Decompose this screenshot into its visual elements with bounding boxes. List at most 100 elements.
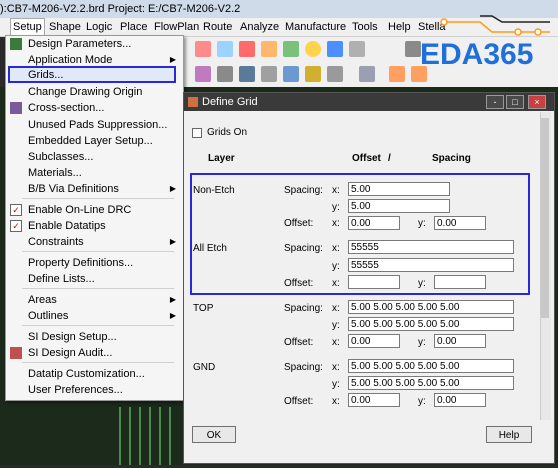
menu-item-design-parameters[interactable]: Design Parameters... — [5, 36, 182, 52]
menu-analyze[interactable]: Analyze — [238, 18, 281, 36]
menu-item-embedded-layer[interactable]: Embedded Layer Setup... — [5, 133, 182, 149]
menu-help[interactable]: Help — [386, 18, 413, 36]
menu-item-define-lists[interactable]: Define Lists... — [5, 271, 182, 287]
menu-item-change-drawing-origin[interactable]: Change Drawing Origin — [5, 84, 182, 100]
y-label: y: — [418, 218, 426, 229]
top-offset-y[interactable]: 0.00 — [434, 334, 486, 348]
minimize-button[interactable]: - — [486, 95, 504, 109]
menu-item-bb-via[interactable]: B/B Via Definitions ▶ — [5, 181, 182, 197]
grids-on-checkbox[interactable] — [192, 128, 202, 138]
offset-label: Offset: — [284, 218, 314, 229]
grid-icon[interactable] — [405, 41, 421, 57]
non-etch-spacing-y[interactable]: 5.00 — [348, 199, 450, 213]
checkbox-checked-icon[interactable]: ✓ — [10, 220, 22, 232]
non-etch-spacing-x[interactable]: 5.00 — [348, 182, 450, 196]
menu-manufacture[interactable]: Manufacture — [283, 18, 348, 36]
spacing-label: Spacing: — [284, 243, 323, 254]
menu-item-unused-pads[interactable]: Unused Pads Suppression... — [5, 117, 182, 133]
menu-item-si-design-audit[interactable]: SI Design Audit... — [5, 345, 182, 361]
submenu-arrow-icon: ▶ — [169, 311, 176, 320]
redraw-icon[interactable] — [283, 41, 299, 57]
menu-item-grids[interactable]: Grids... — [5, 67, 182, 83]
flag-icon[interactable] — [261, 66, 277, 82]
help-button[interactable]: Help — [486, 426, 532, 443]
pad-icon[interactable] — [239, 66, 255, 82]
dialog-app-icon — [188, 97, 198, 107]
menu-flowplan[interactable]: FlowPlan — [152, 18, 201, 36]
gnd-spacing-y[interactable]: 5.00 5.00 5.00 5.00 5.00 — [348, 376, 514, 390]
top-offset-x[interactable]: 0.00 — [348, 334, 400, 348]
zoom-out-icon[interactable] — [239, 41, 255, 57]
3d-view-icon[interactable] — [327, 41, 343, 57]
design-parameters-icon — [10, 38, 22, 50]
menu-route[interactable]: Route — [201, 18, 234, 36]
all-etch-spacing-y[interactable]: 55555 — [348, 258, 514, 272]
dialog-title-bar: Define Grid - □ × — [184, 93, 554, 111]
x-label: x: — [332, 278, 340, 289]
submenu-arrow-icon: ▶ — [169, 237, 176, 246]
gnd-spacing-x[interactable]: 5.00 5.00 5.00 5.00 5.00 — [348, 359, 514, 373]
zoom-prev-icon[interactable] — [261, 41, 277, 57]
y-label: y: — [418, 396, 426, 407]
layer-name-top: TOP — [193, 303, 214, 314]
non-etch-offset-y[interactable]: 0.00 — [434, 216, 486, 230]
menu-item-materials[interactable]: Materials... — [5, 165, 182, 181]
y-label: y: — [332, 261, 340, 272]
filter-icon[interactable] — [195, 66, 211, 82]
menu-item-subclasses[interactable]: Subclasses... — [5, 149, 182, 165]
text-icon[interactable] — [327, 66, 343, 82]
menu-place[interactable]: Place — [118, 18, 150, 36]
checkbox-checked-icon[interactable]: ✓ — [10, 204, 22, 216]
x-label: x: — [332, 337, 340, 348]
y-label: y: — [332, 379, 340, 390]
x-label: x: — [332, 396, 340, 407]
menu-item-outlines[interactable]: Outlines ▶ — [5, 308, 182, 324]
all-etch-offset-y[interactable] — [434, 275, 486, 289]
menu-item-application-mode[interactable]: Application Mode ▶ — [5, 52, 182, 68]
top-spacing-y[interactable]: 5.00 5.00 5.00 5.00 5.00 — [348, 317, 514, 331]
gnd-offset-y[interactable]: 0.00 — [434, 393, 486, 407]
pin-icon[interactable] — [217, 66, 233, 82]
submenu-arrow-icon: ▶ — [169, 55, 176, 64]
symbol-icon[interactable] — [283, 66, 299, 82]
scrollbar-thumb[interactable] — [541, 118, 549, 318]
menu-item-property-definitions[interactable]: Property Definitions... — [5, 255, 182, 271]
menu-logic[interactable]: Logic — [84, 18, 114, 36]
menu-item-datatip-customization[interactable]: Datatip Customization... — [5, 366, 182, 382]
refresh-icon[interactable] — [305, 41, 321, 57]
route-icon[interactable] — [359, 66, 375, 82]
menu-item-si-design-setup[interactable]: SI Design Setup... — [5, 329, 182, 345]
submenu-arrow-icon: ▶ — [169, 295, 176, 304]
menu-item-cross-section[interactable]: Cross-section... — [5, 100, 182, 116]
y-label: y: — [418, 337, 426, 348]
non-etch-offset-x[interactable]: 0.00 — [348, 216, 400, 230]
circuit-decoration — [440, 15, 550, 36]
menu-tools[interactable]: Tools — [350, 18, 380, 36]
menu-item-datatips[interactable]: ✓ Enable Datatips — [5, 218, 182, 234]
x-label: x: — [332, 303, 340, 314]
layer-icon[interactable] — [349, 41, 365, 57]
menu-item-online-drc[interactable]: ✓ Enable On-Line DRC — [5, 202, 182, 218]
all-etch-spacing-x[interactable]: 55555 — [348, 240, 514, 254]
report-icon[interactable] — [389, 66, 405, 82]
menu-setup[interactable]: Setup — [10, 18, 45, 36]
top-spacing-x[interactable]: 5.00 5.00 5.00 5.00 5.00 — [348, 300, 514, 314]
via-icon[interactable] — [305, 66, 321, 82]
close-button[interactable]: × — [528, 95, 546, 109]
layer-name-all-etch: All Etch — [193, 243, 227, 254]
spacing-label: Spacing: — [284, 185, 323, 196]
maximize-button[interactable]: □ — [506, 95, 524, 109]
x-label: x: — [332, 218, 340, 229]
menu-item-constraints[interactable]: Constraints ▶ — [5, 234, 182, 250]
zoom-fit-icon[interactable] — [217, 41, 233, 57]
spacing-label: Spacing: — [284, 362, 323, 373]
menu-item-areas[interactable]: Areas ▶ — [5, 292, 182, 308]
menu-shape[interactable]: Shape — [47, 18, 83, 36]
zoom-in-icon[interactable] — [195, 41, 211, 57]
ok-button[interactable]: OK — [192, 426, 236, 443]
layer-name-non-etch: Non-Etch — [193, 185, 235, 196]
gnd-offset-x[interactable]: 0.00 — [348, 393, 400, 407]
menu-item-user-preferences[interactable]: User Preferences... — [5, 382, 182, 398]
submenu-arrow-icon: ▶ — [169, 184, 176, 193]
all-etch-offset-x[interactable] — [348, 275, 400, 289]
